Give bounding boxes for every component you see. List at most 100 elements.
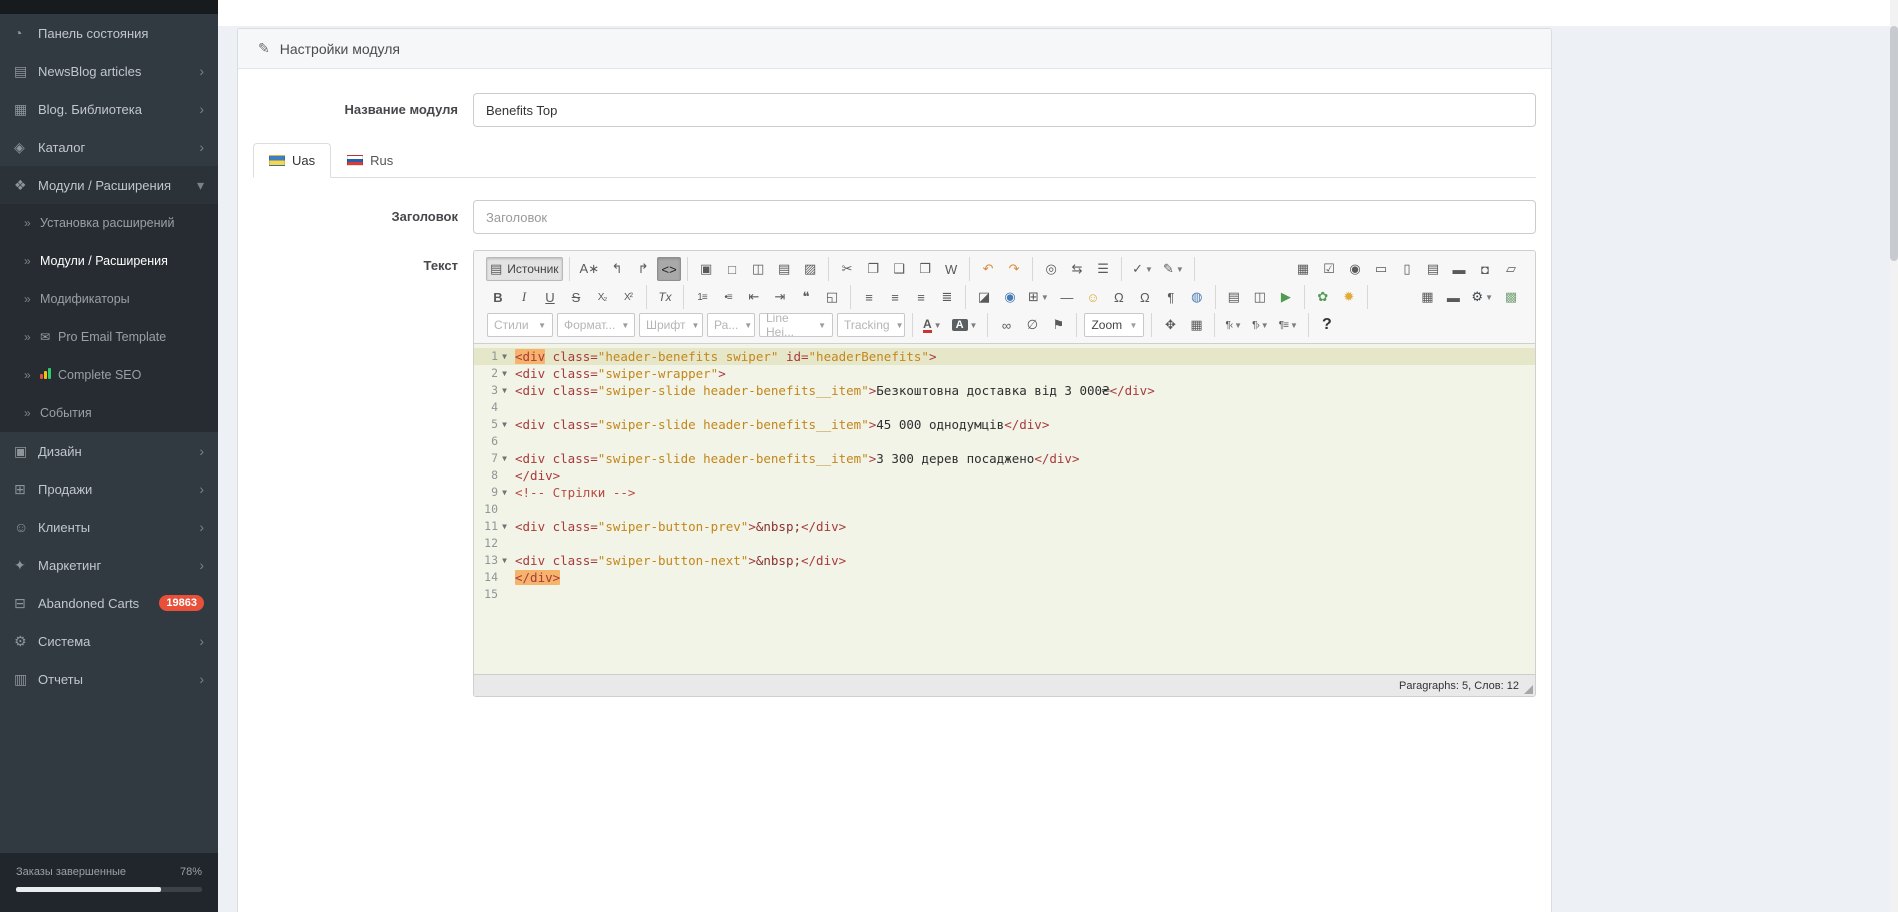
- sidebar-item[interactable]: ◔Панель состояния: [0, 14, 218, 52]
- play-button[interactable]: ▶: [1274, 285, 1298, 309]
- subscript-button[interactable]: X₂: [590, 285, 614, 309]
- remove-format-button[interactable]: Tx: [653, 285, 677, 309]
- special-char-button[interactable]: Ω: [1107, 285, 1131, 309]
- code-line[interactable]: 6: [474, 433, 1535, 450]
- fold-arrow-icon[interactable]: ▼: [498, 348, 511, 365]
- sidebar-item[interactable]: ⊞Продажи›: [0, 470, 218, 508]
- fold-arrow-icon[interactable]: ▼: [498, 416, 511, 433]
- flash-button[interactable]: ◉: [998, 285, 1022, 309]
- iframe-button[interactable]: ◍: [1185, 285, 1209, 309]
- media-embed-button[interactable]: ▤: [1222, 285, 1246, 309]
- bidi-rtl-button[interactable]: ¶›▼: [1248, 313, 1273, 337]
- textarea-button[interactable]: ▯: [1395, 257, 1419, 281]
- anchor-button[interactable]: ⚑: [1046, 313, 1070, 337]
- sidebar-item[interactable]: ▥Отчеты›: [0, 660, 218, 698]
- sidebar-item[interactable]: ⊟Abandoned Carts19863: [0, 584, 218, 622]
- sidebar-item[interactable]: ☺Клиенты›: [0, 508, 218, 546]
- hidden-field-button[interactable]: ▱: [1499, 257, 1523, 281]
- source-button[interactable]: ▤Источник: [486, 257, 563, 281]
- spellcheck-button[interactable]: ✓▼: [1128, 257, 1157, 281]
- plugin-leaf-button[interactable]: ✿: [1311, 285, 1335, 309]
- code-line[interactable]: 11▼<div class="swiper-button-prev">&nbsp…: [474, 518, 1535, 535]
- symbol-button[interactable]: Ω: [1133, 285, 1157, 309]
- show-blocks-button[interactable]: ▦: [1184, 313, 1208, 337]
- content-area-button[interactable]: ▩: [1499, 285, 1523, 309]
- copy-button[interactable]: ❐: [861, 257, 885, 281]
- tab-uas[interactable]: Uas: [253, 143, 331, 178]
- blockquote-button[interactable]: ❝: [794, 285, 818, 309]
- strikethrough-button[interactable]: S: [564, 285, 588, 309]
- sidebar-item[interactable]: ▤NewsBlog articles›: [0, 52, 218, 90]
- code-line[interactable]: 2▼<div class="swiper-wrapper">: [474, 365, 1535, 382]
- fold-arrow-icon[interactable]: ▼: [498, 552, 511, 569]
- tracking-select[interactable]: Tracking▼: [837, 313, 905, 337]
- image-button-button[interactable]: ◘: [1473, 257, 1497, 281]
- link-button[interactable]: ∞: [994, 313, 1018, 337]
- source-code-area[interactable]: 1▼<div class="header-benefits swiper" id…: [474, 344, 1535, 674]
- superscript-button[interactable]: X²: [616, 285, 640, 309]
- tab-rus[interactable]: Rus: [331, 143, 409, 178]
- fold-arrow-icon[interactable]: ▼: [498, 382, 511, 399]
- text-field-button[interactable]: ▭: [1369, 257, 1393, 281]
- sidebar-item[interactable]: ⚙Система›: [0, 622, 218, 660]
- align-justify-button[interactable]: ≣: [935, 285, 959, 309]
- lineheight-select[interactable]: Line Hei...▼: [759, 313, 833, 337]
- page-scrollbar[interactable]: [1890, 0, 1898, 912]
- text-color-button[interactable]: A▼: [919, 313, 946, 337]
- bold-button[interactable]: B: [486, 285, 510, 309]
- sidebar-subitem[interactable]: »События: [0, 394, 218, 432]
- code-line[interactable]: 9▼<!-- Стрілки -->: [474, 484, 1535, 501]
- align-center-button[interactable]: ≡: [883, 285, 907, 309]
- paste-button[interactable]: ❑: [887, 257, 911, 281]
- scrollbar-thumb[interactable]: [1890, 26, 1898, 261]
- code-line[interactable]: 14</div>: [474, 569, 1535, 586]
- templates-button[interactable]: ▨: [798, 257, 822, 281]
- form-button[interactable]: ▦: [1291, 257, 1315, 281]
- code-line[interactable]: 8</div>: [474, 467, 1535, 484]
- align-left-button[interactable]: ≡: [857, 285, 881, 309]
- table-button[interactable]: ⊞▼: [1024, 285, 1053, 309]
- select-all-button[interactable]: ☰: [1091, 257, 1115, 281]
- zoom-select[interactable]: Zoom▼: [1084, 313, 1144, 337]
- div-container-button[interactable]: ◱: [820, 285, 844, 309]
- autocorrect-button[interactable]: ✎▼: [1159, 257, 1188, 281]
- underline-button[interactable]: U: [538, 285, 562, 309]
- code-line[interactable]: 7▼<div class="swiper-slide header-benefi…: [474, 450, 1535, 467]
- autocomplete-toggle[interactable]: <>: [657, 257, 681, 281]
- smiley-button[interactable]: ☺: [1081, 285, 1105, 309]
- checkbox-button[interactable]: ☑: [1317, 257, 1341, 281]
- paste-text-button[interactable]: ❒: [913, 257, 937, 281]
- print-button[interactable]: ▤: [772, 257, 796, 281]
- unlink-button[interactable]: ∅: [1020, 313, 1044, 337]
- show-blocks-grid-button[interactable]: ▦: [1415, 285, 1439, 309]
- module-name-input[interactable]: [473, 93, 1536, 127]
- size-select[interactable]: Ра...▼: [707, 313, 755, 337]
- resize-grip-icon[interactable]: [1524, 685, 1533, 694]
- page-break-button[interactable]: ¶: [1159, 285, 1183, 309]
- about-button[interactable]: ?: [1315, 313, 1339, 337]
- code-line[interactable]: 3▼<div class="swiper-slide header-benefi…: [474, 382, 1535, 399]
- sidebar-subitem[interactable]: »✉Pro Email Template: [0, 318, 218, 356]
- paragraph-menu-button[interactable]: ¶≡▼: [1275, 313, 1302, 337]
- form-button-button[interactable]: ▬: [1447, 257, 1471, 281]
- cut-button[interactable]: ✂: [835, 257, 859, 281]
- bg-color-button[interactable]: A▼: [948, 313, 982, 337]
- format-select[interactable]: Формат...▼: [557, 313, 635, 337]
- sidebar-subitem[interactable]: »Установка расширений: [0, 204, 218, 242]
- numbered-list-button[interactable]: 1≡: [690, 285, 714, 309]
- horizontal-rule-button[interactable]: ―: [1055, 285, 1079, 309]
- comment-selection-button[interactable]: ↰: [605, 257, 629, 281]
- italic-button[interactable]: I: [512, 285, 536, 309]
- code-line[interactable]: 1▼<div class="header-benefits swiper" id…: [474, 348, 1535, 365]
- sidebar-item[interactable]: ◈Каталог›: [0, 128, 218, 166]
- bidi-ltr-button[interactable]: ¶‹▼: [1221, 313, 1246, 337]
- sidebar-subitem[interactable]: »Модули / Расширения: [0, 242, 218, 280]
- autoformat-button[interactable]: A∗: [576, 257, 604, 281]
- outdent-button[interactable]: ⇤: [742, 285, 766, 309]
- replace-button[interactable]: ⇆: [1065, 257, 1089, 281]
- code-line[interactable]: 13▼<div class="swiper-button-next">&nbsp…: [474, 552, 1535, 569]
- video-button[interactable]: ◫: [1248, 285, 1272, 309]
- code-line[interactable]: 10: [474, 501, 1535, 518]
- uncomment-selection-button[interactable]: ↱: [631, 257, 655, 281]
- sidebar-subitem[interactable]: »Complete SEO: [0, 356, 218, 394]
